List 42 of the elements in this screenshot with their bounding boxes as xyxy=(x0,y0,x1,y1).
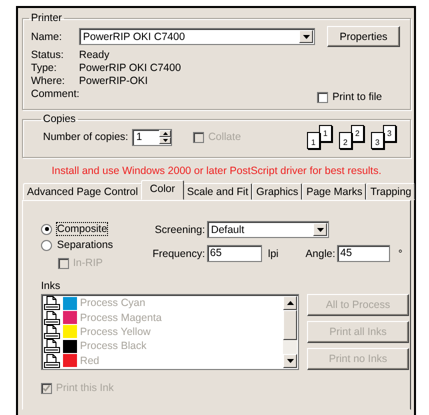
info-label: Where: xyxy=(31,75,66,88)
properties-button[interactable]: Properties xyxy=(327,26,400,47)
info-value: PowerRIP OKI C7400 xyxy=(79,62,181,75)
mode-radio[interactable]: Composite xyxy=(41,221,149,237)
copies-spinner[interactable]: 1 xyxy=(132,128,172,146)
scroll-up-arrow-icon xyxy=(286,301,294,305)
mode-radio[interactable]: Separations xyxy=(41,237,149,253)
printer-icon xyxy=(44,324,60,339)
info-label: Comment: xyxy=(31,88,79,101)
tab[interactable]: Trapping xyxy=(366,183,416,200)
scroll-down-arrow-icon xyxy=(286,359,294,363)
info-value: Ready xyxy=(79,49,110,62)
print-to-file-checkbox[interactable]: Print to file xyxy=(317,91,382,103)
copies-label: Number of copies: xyxy=(43,131,128,143)
angle-label: Angle: xyxy=(306,248,336,260)
angle-field[interactable]: 45 xyxy=(337,245,390,262)
tab[interactable]: Advanced Page Control xyxy=(23,183,142,200)
screening-label: Screening: xyxy=(154,224,205,236)
group-title: Printer xyxy=(30,12,63,24)
info-label: Type: xyxy=(31,62,58,75)
printer-dropdown[interactable]: PowerRIP OKI C7400 xyxy=(79,28,315,45)
info-label: Status: xyxy=(31,49,65,62)
frequency-field[interactable]: 65 xyxy=(207,245,262,262)
printer-icon xyxy=(44,339,60,354)
scroll-thumb[interactable] xyxy=(283,310,297,340)
name-label: Name: xyxy=(31,30,63,42)
frequency-unit: lpi xyxy=(268,248,279,260)
tab[interactable]: Page Marks xyxy=(302,183,366,200)
tab[interactable]: Scale and Fit xyxy=(183,183,252,200)
scroll-track[interactable] xyxy=(283,340,297,354)
group-title: Copies xyxy=(42,113,77,125)
frequency-label: Frequency: xyxy=(151,248,205,260)
printer-icon xyxy=(44,310,60,325)
checkmark-icon xyxy=(43,384,50,392)
info-value: PowerRIP-OKI xyxy=(79,75,148,88)
tab[interactable]: Graphics xyxy=(252,183,302,200)
scrollbar[interactable] xyxy=(283,296,297,368)
warning-message: Install and use Windows 2000 or later PostScript driver for best results. xyxy=(50,165,382,177)
screening-dropdown[interactable]: Default xyxy=(207,221,329,238)
tab[interactable]: Color xyxy=(140,180,184,200)
angle-unit: ° xyxy=(398,248,402,260)
inks-label: Inks xyxy=(41,280,62,292)
